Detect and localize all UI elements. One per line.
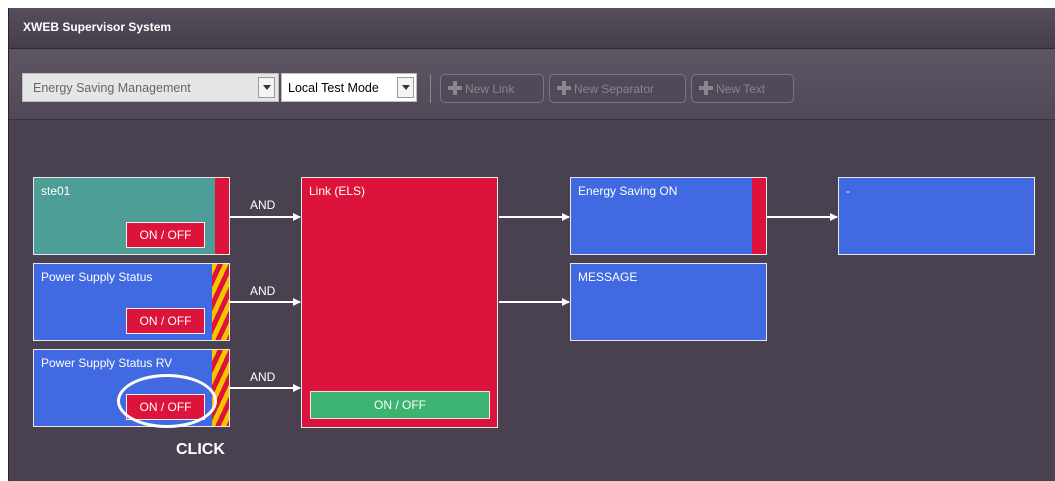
- node-power-supply-status[interactable]: Power Supply Status ON / OFF: [33, 263, 230, 341]
- new-separator-button[interactable]: New Separator: [549, 74, 686, 103]
- click-annotation: CLICK: [176, 441, 225, 458]
- and-label: AND: [250, 198, 276, 212]
- view-select[interactable]: Energy Saving Management: [22, 73, 279, 102]
- toolbar-divider: [430, 74, 431, 103]
- node-title: ste01: [41, 184, 71, 198]
- on-off-button[interactable]: ON / OFF: [126, 222, 205, 248]
- node-title: MESSAGE: [578, 270, 638, 284]
- status-bar: [212, 350, 229, 426]
- status-bar: [215, 178, 229, 254]
- plus-icon: [557, 81, 571, 95]
- node-title: Energy Saving ON: [578, 184, 678, 198]
- and-label: AND: [250, 284, 276, 298]
- node-message[interactable]: MESSAGE: [570, 263, 767, 341]
- diagram-canvas: ste01 ON / OFF Power Supply Status ON / …: [9, 120, 1055, 481]
- node-title: Link (ELS): [309, 184, 366, 198]
- status-bar: [752, 178, 766, 254]
- node-title: -: [846, 184, 850, 198]
- node-link-els[interactable]: Link (ELS) ON / OFF: [301, 177, 498, 428]
- node-title: Power Supply Status: [41, 270, 153, 284]
- node-ste01[interactable]: ste01 ON / OFF: [33, 177, 230, 255]
- new-text-label: New Text: [716, 82, 766, 96]
- new-link-button[interactable]: New Link: [440, 74, 544, 103]
- chevron-down-icon[interactable]: [258, 77, 275, 98]
- toolbar: Energy Saving Management Local Test Mode…: [9, 49, 1055, 120]
- chevron-down-icon[interactable]: [397, 77, 414, 98]
- plus-icon: [699, 81, 713, 95]
- new-link-label: New Link: [465, 82, 515, 96]
- window-title: XWEB Supervisor System: [23, 20, 172, 34]
- plus-icon: [448, 81, 462, 95]
- node-title: Power Supply Status RV: [41, 356, 173, 370]
- title-bar: XWEB Supervisor System: [9, 8, 1055, 49]
- mode-select[interactable]: Local Test Mode: [281, 73, 417, 102]
- mode-select-value: Local Test Mode: [288, 81, 379, 95]
- node-energy-saving-on[interactable]: Energy Saving ON: [570, 177, 767, 255]
- and-label: AND: [250, 370, 276, 384]
- node-output[interactable]: -: [838, 177, 1035, 255]
- view-select-value: Energy Saving Management: [33, 81, 191, 95]
- on-off-button[interactable]: ON / OFF: [126, 308, 205, 334]
- new-separator-label: New Separator: [574, 82, 655, 96]
- on-off-button[interactable]: ON / OFF: [310, 391, 490, 419]
- new-text-button[interactable]: New Text: [691, 74, 794, 103]
- status-bar: [212, 264, 229, 340]
- click-highlight-ring: [117, 374, 217, 428]
- app-window: XWEB Supervisor System Energy Saving Man…: [8, 8, 1055, 481]
